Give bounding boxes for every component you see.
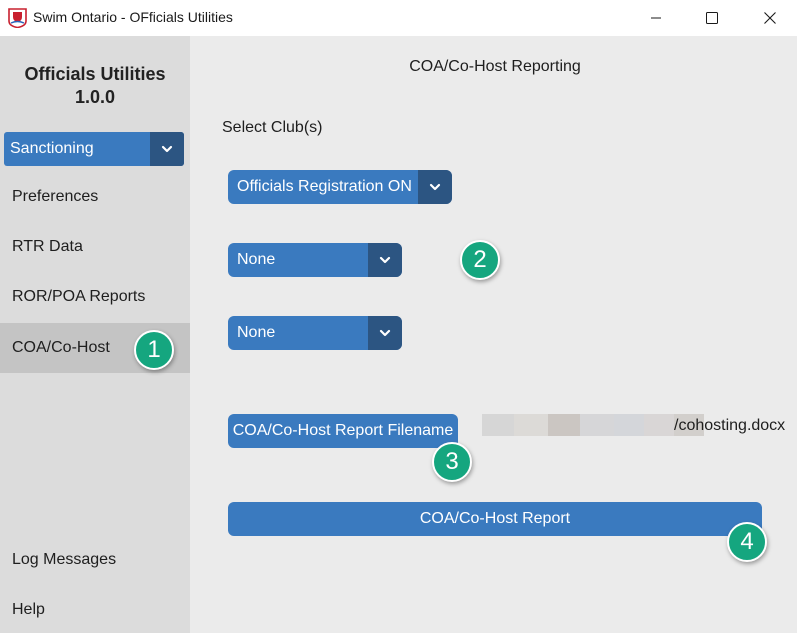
sidebar-item-label: Help [12,601,45,618]
sidebar-item-ror-poa-reports[interactable]: ROR/POA Reports [0,272,190,322]
filename-button[interactable]: COA/Co-Host Report Filename [228,414,458,448]
close-icon [764,12,776,24]
filename-value: /cohosting.docx [674,417,786,434]
sidebar-item-label: COA/Co-Host [12,339,110,356]
minimize-button[interactable] [633,0,679,36]
app-name-block: Officials Utilities 1.0.0 [0,63,190,109]
club-select-value: None [237,251,276,268]
sidebar-item-help[interactable]: Help [0,585,190,633]
club-select-3[interactable]: None [228,316,402,350]
chevron-down-icon[interactable] [368,316,402,350]
callout-badge-4: 4 [727,522,767,562]
chevron-down-icon[interactable] [150,132,184,166]
main-panel: COA/Co-Host Reporting Select Club(s) Off… [190,36,797,633]
page-title: COA/Co-Host Reporting [409,58,581,75]
section-select-value: Sanctioning [10,140,94,157]
app-version: 1.0.0 [74,87,116,107]
callout-badge-1: 1 [134,330,174,370]
callout-badge-3: 3 [432,442,472,482]
club-select-2[interactable]: None [228,243,402,277]
club-select-1[interactable]: Officials Registration ON [228,170,452,204]
sidebar-item-preferences[interactable]: Preferences [0,172,190,222]
window-title: Swim Ontario - OFficials Utilities [33,9,233,25]
title-bar: Swim Ontario - OFficials Utilities [0,0,797,36]
select-clubs-label: Select Club(s) [222,119,323,136]
app-logo-icon [8,8,27,28]
section-select[interactable]: Sanctioning [4,132,184,166]
filename-path-redacted [482,414,704,436]
sidebar-item-label: Preferences [12,188,99,205]
minimize-icon [651,17,661,19]
chevron-down-icon[interactable] [418,170,452,204]
club-select-value: Officials Registration ON [237,178,412,195]
close-button[interactable] [747,0,793,36]
chevron-down-icon[interactable] [368,243,402,277]
sidebar-item-label: ROR/POA Reports [12,288,146,305]
club-select-value: None [237,324,276,341]
sidebar-item-label: Log Messages [12,551,117,568]
maximize-button[interactable] [689,0,735,36]
callout-badge-2: 2 [460,240,500,280]
sidebar-item-label: RTR Data [12,238,83,255]
generate-report-button[interactable]: COA/Co-Host Report [228,502,762,536]
sidebar-item-log-messages[interactable]: Log Messages [0,535,190,585]
app-name: Officials Utilities [24,64,166,84]
maximize-icon [706,12,718,24]
sidebar-item-rtr-data[interactable]: RTR Data [0,222,190,272]
